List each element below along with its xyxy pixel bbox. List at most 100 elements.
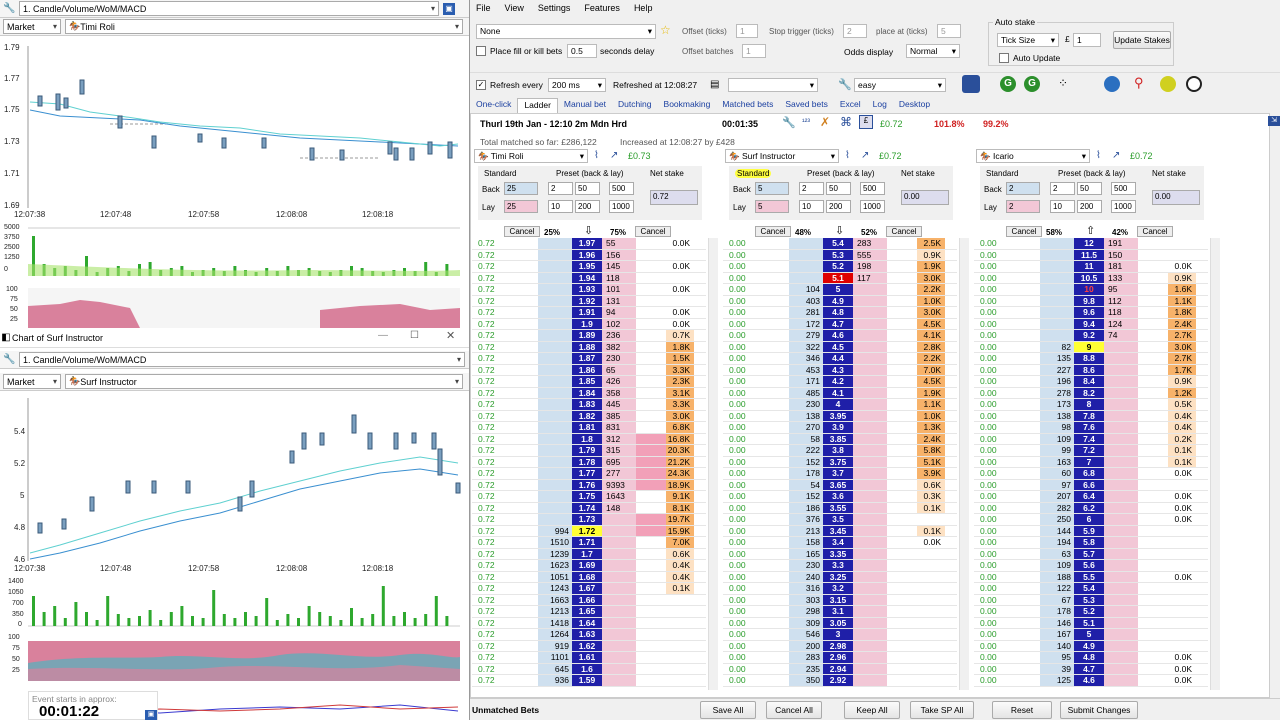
back-amount-cell[interactable]: [1040, 249, 1074, 260]
lay-amount-cell[interactable]: 95: [1104, 284, 1138, 295]
lay-amount-cell[interactable]: [602, 537, 636, 548]
graph-icon[interactable]: ↗: [861, 150, 869, 161]
market-filter-select[interactable]: ▾: [728, 78, 818, 92]
chart1-runner-select[interactable]: 🏇 Timi Roli: [65, 19, 463, 34]
lay-amount-cell[interactable]: 230: [602, 353, 636, 364]
back-amount-cell[interactable]: 240: [789, 571, 823, 582]
cross-tools-icon[interactable]: ✗: [820, 115, 830, 129]
lay-amount-cell[interactable]: 102: [602, 318, 636, 329]
fok-seconds-input[interactable]: 0.5: [567, 44, 597, 58]
back-amount-cell[interactable]: 60: [1040, 468, 1074, 479]
chart2-template-select[interactable]: 1. Candle/Volume/WoM/MACD: [19, 352, 465, 367]
lay-amount-cell[interactable]: [853, 594, 887, 605]
lay-amount-cell[interactable]: 382: [602, 341, 636, 352]
back-amount-cell[interactable]: 1663: [538, 594, 572, 605]
back-amount-cell[interactable]: [1040, 261, 1074, 272]
lay-amount-cell[interactable]: 277: [602, 468, 636, 479]
preset-stake-button[interactable]: 2: [548, 182, 573, 195]
globe-icon[interactable]: [1104, 76, 1120, 92]
lay-amount-cell[interactable]: [853, 422, 887, 433]
back-amount-cell[interactable]: [1040, 307, 1074, 318]
ladder-scrollbar[interactable]: [708, 238, 718, 690]
lay-amount-cell[interactable]: [853, 318, 887, 329]
refresh-rate-select[interactable]: 200 ms ▾: [548, 78, 606, 92]
ladder-scrollbar[interactable]: [1210, 238, 1220, 690]
lay-amount-cell[interactable]: [853, 307, 887, 318]
lay-amount-cell[interactable]: [853, 445, 887, 456]
menu-help[interactable]: Help: [634, 3, 653, 13]
lay-amount-cell[interactable]: [853, 341, 887, 352]
lay-amount-cell[interactable]: [853, 353, 887, 364]
ladder-runner-select[interactable]: 🏇 Surf Instructor ▾: [725, 149, 839, 163]
ladder-runner-select[interactable]: 🏇 Timi Roli ▾: [474, 149, 588, 163]
chart-icon[interactable]: ⌇: [845, 150, 850, 161]
back-amount-cell[interactable]: [538, 514, 572, 525]
lay-amount-cell[interactable]: [853, 652, 887, 663]
lay-amount-cell[interactable]: [602, 629, 636, 640]
lay-amount-cell[interactable]: [853, 617, 887, 628]
lay-amount-cell[interactable]: [1104, 422, 1138, 433]
lay-amount-cell[interactable]: [602, 663, 636, 674]
lay-amount-cell[interactable]: [1104, 629, 1138, 640]
lay-amount-cell[interactable]: 426: [602, 376, 636, 387]
back-amount-cell[interactable]: [538, 399, 572, 410]
back-amount-cell[interactable]: [1040, 238, 1074, 249]
lay-amount-cell[interactable]: [853, 525, 887, 536]
strategy-select[interactable]: None ▾: [476, 24, 656, 39]
lay-amount-cell[interactable]: 101: [602, 284, 636, 295]
back-amount-cell[interactable]: 281: [789, 307, 823, 318]
lay-amount-cell[interactable]: [853, 399, 887, 410]
back-amount-cell[interactable]: 152: [789, 456, 823, 467]
back-amount-cell[interactable]: [538, 410, 572, 421]
back-amount-cell[interactable]: 67: [1040, 594, 1074, 605]
lay-amount-cell[interactable]: [853, 571, 887, 582]
pin-icon[interactable]: ⚲: [1134, 75, 1144, 91]
lay-amount-cell[interactable]: [1104, 399, 1138, 410]
lay-amount-cell[interactable]: [1104, 606, 1138, 617]
auto-stake-input[interactable]: 1: [1073, 33, 1101, 47]
offset-batches-input[interactable]: 1: [742, 44, 766, 58]
keep-all-button[interactable]: Keep All: [844, 701, 900, 719]
back-amount-cell[interactable]: 122: [1040, 583, 1074, 594]
back-amount-cell[interactable]: [1040, 272, 1074, 283]
lay-amount-cell[interactable]: 198: [853, 261, 887, 272]
lay-amount-cell[interactable]: [1104, 525, 1138, 536]
back-amount-cell[interactable]: [538, 491, 572, 502]
greenup-icon[interactable]: G: [1000, 76, 1016, 92]
lay-amount-cell[interactable]: 148: [602, 502, 636, 513]
back-amount-cell[interactable]: 227: [1040, 364, 1074, 375]
back-stake-input[interactable]: 2: [1006, 182, 1040, 195]
back-amount-cell[interactable]: 303: [789, 594, 823, 605]
lay-amount-cell[interactable]: 156: [602, 249, 636, 260]
back-amount-cell[interactable]: 172: [789, 318, 823, 329]
cancel-back-button[interactable]: Cancel: [504, 226, 540, 237]
chart2-market-select[interactable]: Market: [3, 374, 61, 389]
lay-amount-cell[interactable]: [853, 606, 887, 617]
close-icon[interactable]: ✕: [446, 329, 455, 342]
lay-amount-cell[interactable]: [853, 548, 887, 559]
lay-amount-cell[interactable]: [853, 364, 887, 375]
lay-amount-cell[interactable]: [1104, 410, 1138, 421]
back-amount-cell[interactable]: 98: [1040, 422, 1074, 433]
tab-bookmaking[interactable]: Bookmaking: [658, 98, 717, 113]
lay-amount-cell[interactable]: 133: [1104, 272, 1138, 283]
lay-amount-cell[interactable]: 358: [602, 387, 636, 398]
back-amount-cell[interactable]: 453: [789, 364, 823, 375]
preset-stake-button[interactable]: 10: [548, 200, 573, 213]
back-amount-cell[interactable]: 213: [789, 525, 823, 536]
preset-stake-button[interactable]: 200: [575, 200, 600, 213]
lay-amount-cell[interactable]: 283: [853, 238, 887, 249]
back-amount-cell[interactable]: 178: [1040, 606, 1074, 617]
back-amount-cell[interactable]: [538, 238, 572, 249]
net-stake-field[interactable]: 0.00: [901, 190, 949, 205]
lay-amount-cell[interactable]: 385: [602, 410, 636, 421]
save-all-button[interactable]: Save All: [700, 701, 756, 719]
lay-amount-cell[interactable]: [1104, 548, 1138, 559]
back-amount-cell[interactable]: [538, 295, 572, 306]
back-amount-cell[interactable]: [538, 307, 572, 318]
tick-size-select[interactable]: Tick Size ▾: [997, 33, 1059, 47]
traffic-icon[interactable]: ⁘: [1058, 76, 1068, 90]
greenup-all-icon[interactable]: G: [1024, 76, 1040, 92]
lay-amount-cell[interactable]: [853, 514, 887, 525]
auto-update-checkbox[interactable]: [999, 53, 1009, 63]
